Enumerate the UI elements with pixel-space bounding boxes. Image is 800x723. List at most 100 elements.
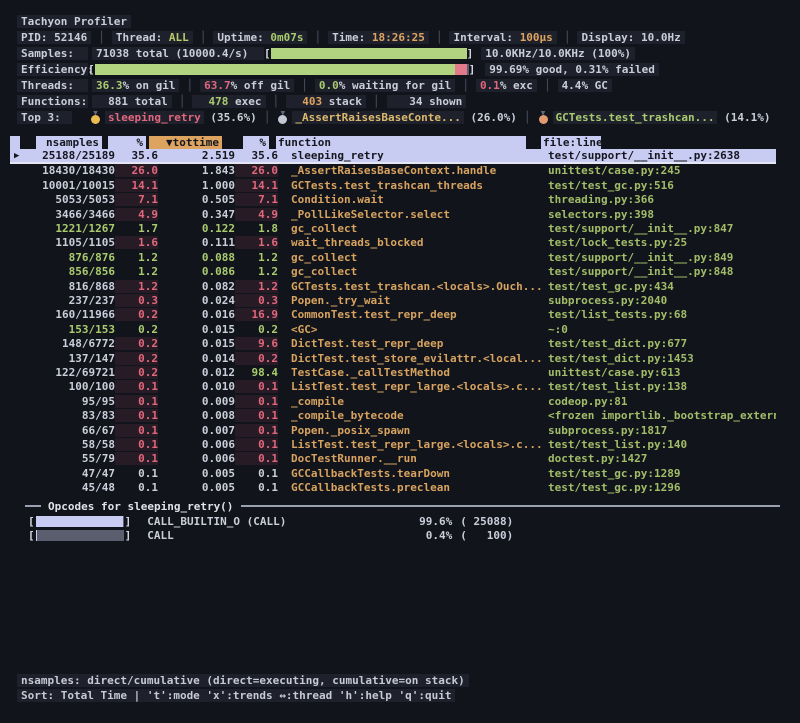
- table-row[interactable]: 5053/5053 7.1 0.505 7.1 Condition.wait t…: [10, 193, 776, 207]
- cell-fileline: test/test_dict.py:677: [548, 337, 776, 350]
- column-header-function[interactable]: function: [276, 136, 526, 150]
- cell-fileline: subprocess.py:2040: [548, 294, 776, 307]
- table-row[interactable]: 55/79 0.1 0.006 0.1 DocTestRunner.__run …: [10, 452, 776, 466]
- column-header-nsamples[interactable]: nsamples: [36, 136, 102, 150]
- cell-nsamples: 137/147: [10, 352, 115, 365]
- cell-tottime: 0.082: [158, 280, 235, 293]
- cell-tottime: 0.024: [158, 294, 235, 307]
- table-row[interactable]: 100/100 0.1 0.010 0.1 ListTest.test_repr…: [10, 380, 776, 394]
- top3-item[interactable]: GCTests.test_trashcan... (14.1%): [538, 111, 771, 124]
- cell-function: GCTests.test_trashcan_threads: [291, 179, 543, 192]
- column-header-tottime-sorted[interactable]: ▼tottime: [149, 136, 222, 150]
- cell-fileline: test/test_gc.py:516: [548, 179, 776, 192]
- table-row[interactable]: 1221/1267 1.7 0.122 1.8 gc_collect test/…: [10, 221, 776, 235]
- top3-item[interactable]: _AssertRaisesBaseConte... (26.0%): [277, 111, 517, 124]
- cell-pct-total: 26.0: [115, 164, 158, 177]
- table-row[interactable]: 856/856 1.2 0.086 1.2 gc_collect test/su…: [10, 265, 776, 279]
- top3-item[interactable]: sleeping_retry (35.6%): [90, 111, 257, 124]
- cell-pct-tottime: 9.6: [235, 337, 278, 350]
- top3-percent: (35.6%): [204, 111, 257, 124]
- table-row[interactable]: 122/69721 0.2 0.012 98.4 TestCase._callT…: [10, 365, 776, 379]
- cell-pct-total: 4.9: [115, 208, 158, 221]
- spacer: [72, 111, 90, 124]
- table-row[interactable]: 876/876 1.2 0.088 1.2 gc_collect test/su…: [10, 250, 776, 264]
- cell-function: gc_collect: [291, 265, 543, 278]
- cell-tottime: 0.016: [158, 308, 235, 321]
- table-row[interactable]: 1105/1105 1.6 0.111 1.6 wait_threads_blo…: [10, 236, 776, 250]
- cell-pct-total: 0.1: [115, 380, 158, 393]
- cell-nsamples: 58/58: [10, 438, 115, 451]
- cell-tottime: 0.505: [158, 193, 235, 206]
- cell-fileline: ~:0: [548, 323, 776, 336]
- table-row[interactable]: 66/67 0.1 0.007 0.1 Popen._posix_spawn s…: [10, 423, 776, 437]
- cell-tottime: 0.088: [158, 251, 235, 264]
- uptime-field: Uptime: 0m07s: [213, 31, 307, 44]
- table-row[interactable]: 237/237 0.3 0.024 0.3 Popen._try_wait su…: [10, 293, 776, 307]
- separator: │: [366, 95, 387, 108]
- opcode-row: [ ] CALL_BUILTIN_O (CALL) 99.6% ( 25088): [0, 514, 800, 529]
- threads-line: Threads: 36.3% on gil │ 63.7% off gil │ …: [0, 77, 800, 93]
- cell-function: ListTest.test_repr_large.<locals>.c...: [291, 438, 543, 451]
- threads-label: Threads:: [17, 79, 88, 92]
- cell-fileline: test/lock_tests.py:25: [548, 236, 776, 249]
- cell-function: gc_collect: [291, 222, 543, 235]
- header-lead-block: [10, 136, 20, 150]
- column-header-pct-tottime[interactable]: %: [243, 136, 269, 150]
- footer-legend-line: nsamples: direct/cumulative (direct=exec…: [0, 673, 800, 688]
- cell-nsamples: 816/868: [10, 280, 115, 293]
- column-header-fileline[interactable]: file:line: [541, 136, 601, 150]
- separator: │: [294, 79, 315, 92]
- bar-close-bracket: ]: [125, 529, 132, 542]
- cell-pct-tottime: 0.2: [235, 352, 278, 365]
- threads-exc: 0.1% exc: [476, 79, 537, 92]
- cell-tottime: 0.014: [158, 352, 235, 365]
- table-row[interactable]: 47/47 0.1 0.005 0.1 GCCallbackTests.tear…: [10, 466, 776, 480]
- table-row[interactable]: 10001/10015 14.1 1.000 14.1 GCTests.test…: [10, 178, 776, 192]
- cell-nsamples: 122/69721: [10, 366, 115, 379]
- cell-pct-total: 1.7: [115, 222, 158, 235]
- cell-function: gc_collect: [291, 251, 543, 264]
- cell-pct-tottime: 0.1: [235, 424, 278, 437]
- efficiency-summary: 99.69% good, 0.31% failed: [485, 63, 659, 76]
- table-row[interactable]: ▶ 25188/25189 35.6 2.519 35.6 sleeping_r…: [10, 149, 776, 163]
- cell-nsamples: 237/237: [10, 294, 115, 307]
- cell-fileline: test/test_list.py:140: [548, 438, 776, 451]
- table-row[interactable]: 18430/18430 26.0 1.843 26.0 _AssertRaise…: [10, 164, 776, 178]
- cell-function: GCCallbackTests.preclean: [291, 481, 543, 494]
- table-row[interactable]: 45/48 0.1 0.005 0.1 GCCallbackTests.prec…: [10, 480, 776, 494]
- table-row[interactable]: 58/58 0.1 0.006 0.1 ListTest.test_repr_l…: [10, 437, 776, 451]
- table-row[interactable]: 816/868 1.2 0.082 1.2 GCTests.test_trash…: [10, 279, 776, 293]
- cell-pct-total: 1.2: [115, 280, 158, 293]
- cell-nsamples: 1221/1267: [10, 222, 115, 235]
- cell-pct-total: 0.3: [115, 294, 158, 307]
- separator: │: [517, 111, 538, 124]
- cell-function: Popen._posix_spawn: [291, 424, 543, 437]
- cell-pct-total: 0.1: [115, 452, 158, 465]
- table-row[interactable]: 160/11966 0.2 0.016 16.9 CommonTest.test…: [10, 308, 776, 322]
- threads-gc: 4.4% GC: [558, 79, 612, 92]
- cell-nsamples: 153/153: [10, 323, 115, 336]
- cell-pct-total: 0.1: [115, 409, 158, 422]
- cell-function: _PollLikeSelector.select: [291, 208, 543, 221]
- table-row[interactable]: 3466/3466 4.9 0.347 4.9 _PollLikeSelecto…: [10, 207, 776, 221]
- cell-pct-tottime: 26.0: [235, 164, 278, 177]
- cell-tottime: 0.111: [158, 236, 235, 249]
- thread-field[interactable]: Thread: ALL: [112, 31, 193, 44]
- cell-tottime: 0.009: [158, 395, 235, 408]
- cell-pct-total: 0.1: [115, 438, 158, 451]
- cell-tottime: 0.007: [158, 424, 235, 437]
- table-row[interactable]: 137/147 0.2 0.014 0.2 DictTest.test_stor…: [10, 351, 776, 365]
- opcodes-header: Opcodes for sleeping_retry(): [0, 499, 800, 514]
- column-header-pct-total[interactable]: %: [108, 136, 146, 150]
- table-row[interactable]: 148/6772 0.2 0.015 9.6 DictTest.test_rep…: [10, 336, 776, 350]
- table-row[interactable]: 83/83 0.1 0.008 0.1 _compile_bytecode <f…: [10, 408, 776, 422]
- medal-disc: [539, 115, 548, 124]
- cell-tottime: 1.000: [158, 179, 235, 192]
- cell-pct-tottime: 0.1: [235, 409, 278, 422]
- table-row[interactable]: 95/95 0.1 0.009 0.1 _compile codeop.py:8…: [10, 394, 776, 408]
- pid-field: PID: 52146: [17, 31, 91, 44]
- functions-label: Functions:: [17, 95, 88, 108]
- cell-pct-tottime: 14.1: [235, 179, 278, 192]
- table-row[interactable]: 153/153 0.2 0.015 0.2 <GC> ~:0: [10, 322, 776, 336]
- page-title: Tachyon Profiler: [17, 15, 131, 28]
